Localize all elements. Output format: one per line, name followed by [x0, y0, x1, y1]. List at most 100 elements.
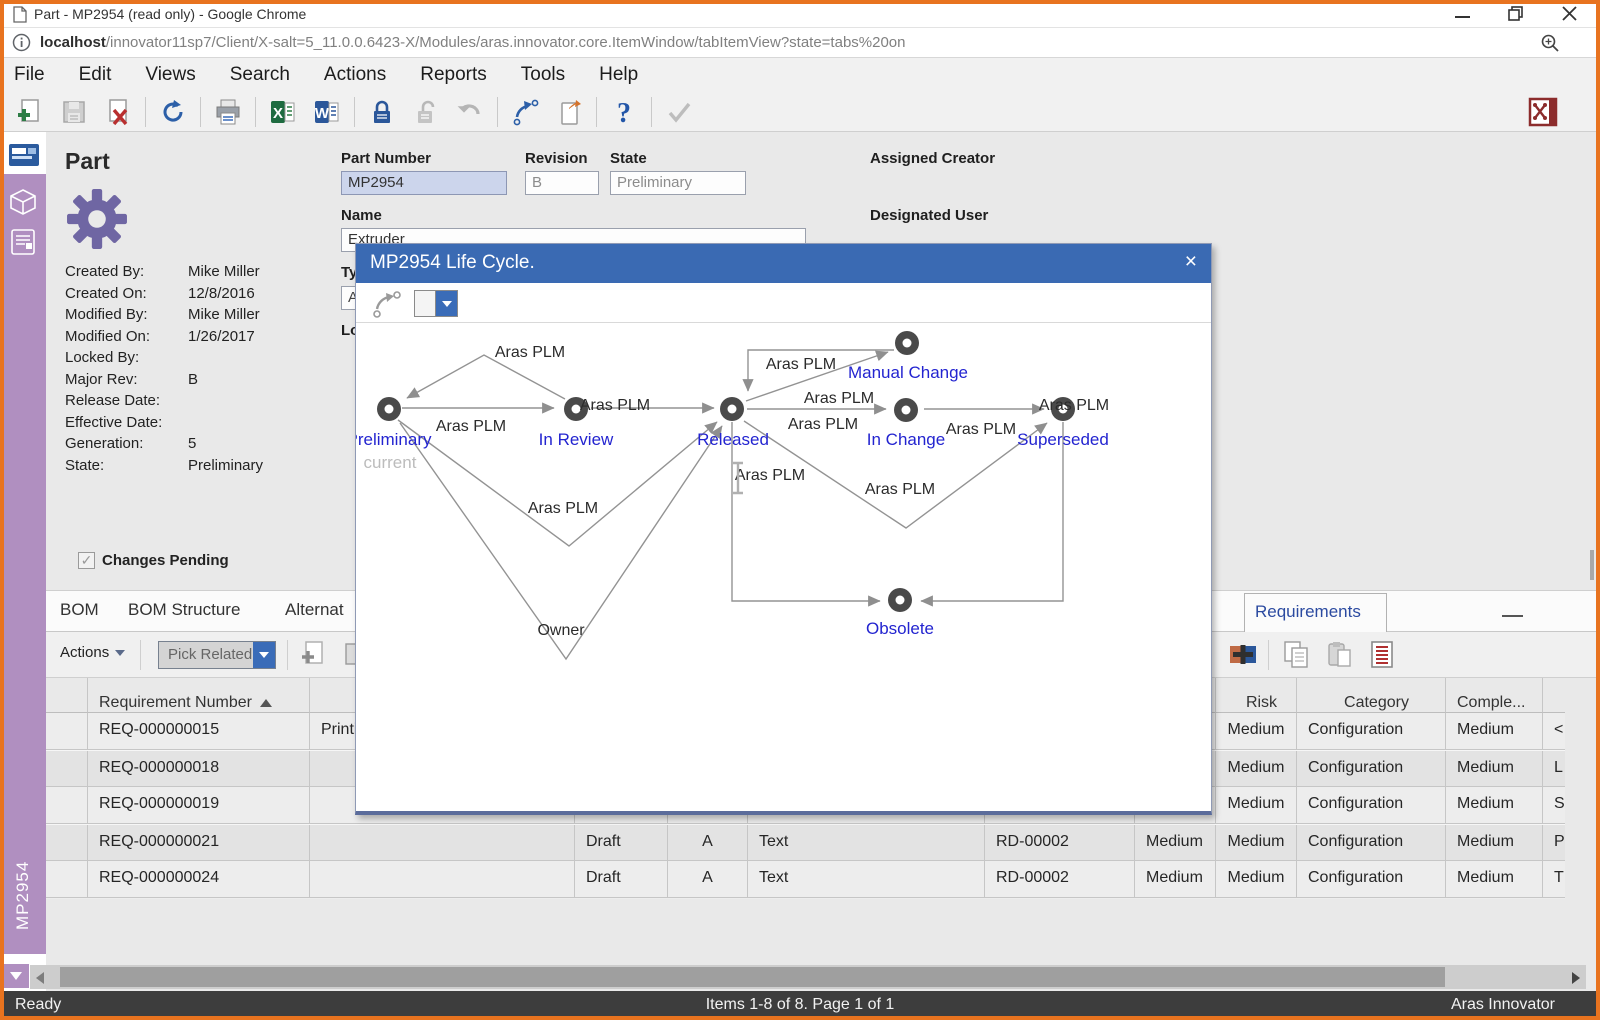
state-node-manualchange[interactable]: [895, 331, 919, 355]
grid-cell[interactable]: Medium: [1135, 861, 1216, 898]
info-icon[interactable]: [12, 33, 31, 52]
grid-cell[interactable]: REQ-000000019: [88, 787, 310, 824]
pick-related-button[interactable]: [253, 642, 275, 668]
scroll-right-icon[interactable]: [1572, 972, 1580, 984]
help-icon[interactable]: ?: [609, 97, 639, 127]
grid-cell[interactable]: REQ-000000018: [88, 751, 310, 787]
grid-cell[interactable]: RD-00002: [985, 825, 1135, 861]
print-icon[interactable]: [213, 97, 243, 127]
document-icon[interactable]: [9, 228, 37, 256]
save-icon[interactable]: [59, 97, 89, 127]
grid-cell[interactable]: A: [668, 825, 748, 861]
grid-cell[interactable]: A: [668, 861, 748, 898]
tab-bom[interactable]: BOM: [60, 600, 99, 620]
scroll-left-icon[interactable]: [36, 972, 44, 984]
grid-cell[interactable]: Configuration: [1297, 861, 1446, 898]
report-icon[interactable]: [1368, 640, 1398, 670]
window-minimize-button[interactable]: [1452, 5, 1474, 23]
grid-cell[interactable]: Medium: [1216, 751, 1297, 787]
grid-cell[interactable]: [46, 825, 88, 861]
grid-cell[interactable]: L: [1543, 751, 1565, 787]
state-field[interactable]: Preliminary: [610, 171, 746, 195]
grid-cell[interactable]: Draft: [575, 825, 668, 861]
grid-cell[interactable]: REQ-000000015: [88, 713, 310, 750]
state-label-inchange[interactable]: In Change: [867, 430, 945, 449]
state-label-obsolete[interactable]: Obsolete: [866, 619, 934, 638]
grid-cell[interactable]: Medium: [1446, 861, 1543, 898]
complete-icon[interactable]: [664, 97, 694, 127]
grid-cell[interactable]: Medium: [1446, 825, 1543, 861]
cube-icon[interactable]: [9, 188, 37, 216]
red-graph-icon[interactable]: [1528, 97, 1558, 132]
state-label-manualchange[interactable]: Manual Change: [848, 363, 968, 382]
unlock-icon[interactable]: [411, 97, 441, 127]
grid-cell[interactable]: Medium: [1216, 825, 1297, 861]
grid-column-risk[interactable]: Risk: [1216, 678, 1297, 713]
grid-cell[interactable]: Medium: [1216, 861, 1297, 898]
transition-inreview-preliminary[interactable]: [407, 355, 565, 399]
state-label-preliminary[interactable]: Preliminary: [356, 430, 432, 449]
changes-pending-checkbox[interactable]: ✓: [78, 552, 95, 569]
delete-icon[interactable]: [103, 97, 133, 127]
menu-item-file[interactable]: File: [14, 64, 45, 86]
form-icon[interactable]: [8, 143, 40, 169]
grid-column[interactable]: [46, 678, 88, 713]
sidebar-item-mp2954[interactable]: MP2954: [0, 840, 46, 950]
state-label-inreview[interactable]: In Review: [539, 430, 614, 449]
state-node-preliminary[interactable]: [377, 397, 401, 421]
grid-cell[interactable]: [310, 825, 575, 861]
export-excel-icon[interactable]: X: [268, 97, 298, 127]
window-restore-button[interactable]: [1506, 5, 1528, 23]
menu-item-tools[interactable]: Tools: [521, 64, 565, 86]
promote-icon[interactable]: [370, 288, 404, 320]
paste-icon[interactable]: [1325, 640, 1355, 670]
grid-cell[interactable]: REQ-000000021: [88, 825, 310, 861]
grid-cell[interactable]: Medium: [1216, 713, 1297, 750]
state-label-released[interactable]: Released: [697, 430, 769, 449]
grid-column-comple-[interactable]: Comple...: [1446, 678, 1543, 713]
grid-cell[interactable]: Configuration: [1297, 787, 1446, 824]
grid-cell[interactable]: [46, 861, 88, 898]
table-row[interactable]: REQ-000000024DraftATextRD-00002MediumMed…: [46, 861, 1565, 898]
address-bar[interactable]: localhost/innovator11sp7/Client/X-salt=5…: [0, 28, 1600, 58]
lock-icon[interactable]: [367, 97, 397, 127]
grid-cell[interactable]: Medium: [1446, 751, 1543, 787]
paste-icon[interactable]: [554, 97, 584, 127]
copy-icon[interactable]: [1282, 640, 1312, 670]
grid-cell[interactable]: S: [1543, 787, 1565, 824]
window-close-button[interactable]: [1560, 5, 1582, 23]
new-item-icon[interactable]: [15, 97, 45, 127]
grid-cell[interactable]: Medium: [1216, 787, 1297, 824]
grid-cell[interactable]: <: [1543, 713, 1565, 750]
state-node-released[interactable]: [720, 397, 744, 421]
grid-cell[interactable]: RD-00002: [985, 861, 1135, 898]
close-icon[interactable]: ×: [1185, 250, 1197, 274]
grid-minimize-icon[interactable]: [1502, 615, 1523, 617]
grid-cell[interactable]: T: [1543, 861, 1565, 898]
state-node-obsolete[interactable]: [888, 588, 912, 612]
state-select[interactable]: [414, 290, 458, 317]
grid-cell[interactable]: Text: [748, 825, 985, 861]
menu-item-actions[interactable]: Actions: [324, 64, 386, 86]
grid-cell[interactable]: Medium: [1135, 825, 1216, 861]
grid-cell[interactable]: Text: [748, 861, 985, 898]
grid-cell[interactable]: Configuration: [1297, 825, 1446, 861]
tab-alternates[interactable]: Alternat: [285, 600, 344, 620]
state-node-inchange[interactable]: [894, 398, 918, 422]
grid-cell[interactable]: [46, 787, 88, 824]
new-relationship-icon[interactable]: [1228, 640, 1258, 670]
promote-icon[interactable]: [510, 97, 540, 127]
grid-cell[interactable]: Draft: [575, 861, 668, 898]
undo-icon[interactable]: [455, 97, 485, 127]
grid-cell[interactable]: [310, 861, 575, 898]
dialog-titlebar[interactable]: MP2954 Life Cycle. ×: [356, 244, 1211, 283]
grid-cell[interactable]: Medium: [1446, 787, 1543, 824]
menu-item-edit[interactable]: Edit: [79, 64, 112, 86]
grid-cell[interactable]: REQ-000000024: [88, 861, 310, 898]
table-row[interactable]: REQ-000000021DraftATextRD-00002MediumMed…: [46, 824, 1565, 861]
pick-related-dropdown[interactable]: Pick Related: [158, 641, 276, 669]
state-label-superseded[interactable]: Superseded: [1017, 430, 1109, 449]
tab-requirements[interactable]: Requirements: [1244, 593, 1387, 633]
vertical-scrollbar-thumb[interactable]: [1590, 550, 1594, 580]
grid-cell[interactable]: [46, 713, 88, 750]
